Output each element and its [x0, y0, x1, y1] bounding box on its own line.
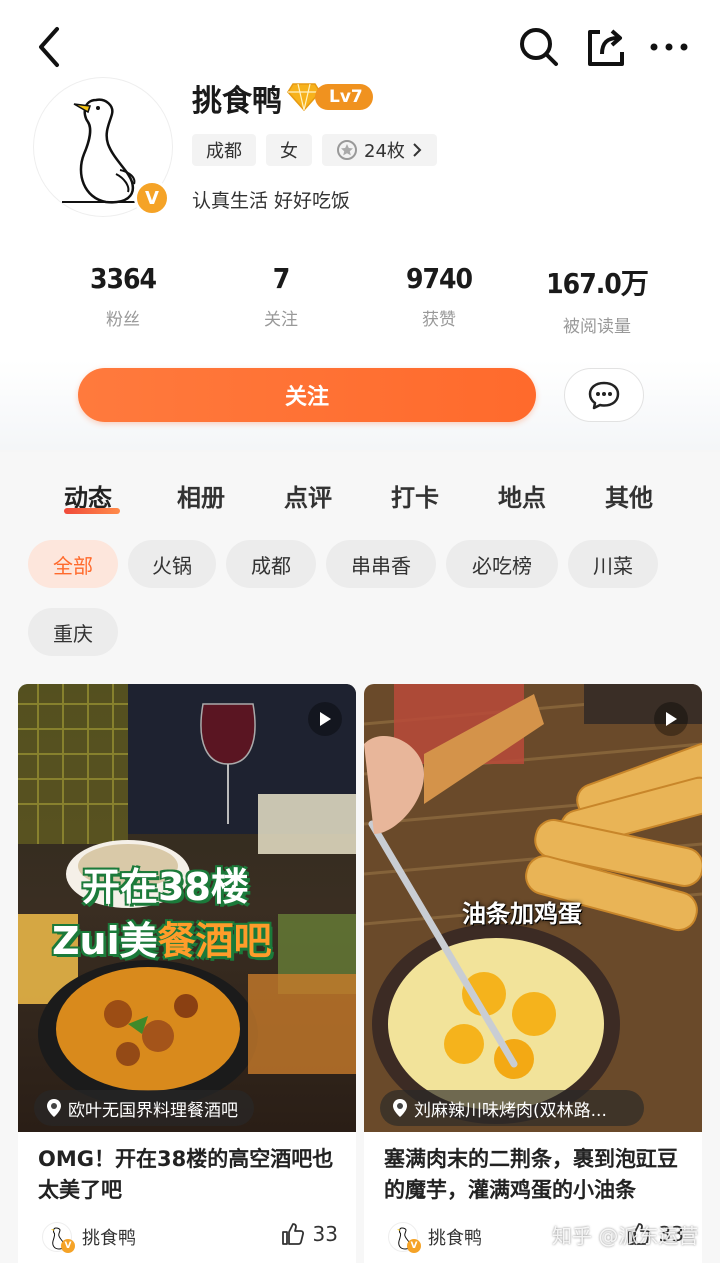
search-button[interactable]	[514, 22, 564, 72]
more-button[interactable]	[644, 22, 694, 72]
location-pill[interactable]: 欧叶无国界料理餐酒吧	[34, 1090, 254, 1126]
play-icon	[666, 712, 677, 726]
cover-overlay-line1: 油条加鸡蛋	[462, 900, 582, 928]
level-badge[interactable]: Lv7	[287, 82, 373, 112]
share-icon	[588, 29, 624, 66]
share-button[interactable]	[580, 22, 630, 72]
stat-likes[interactable]: 9740 获赞	[360, 262, 518, 337]
cover-overlay-line2: Zui美餐酒吧	[52, 910, 272, 965]
tab-album[interactable]: 相册	[177, 478, 225, 513]
post-cover-image[interactable]: 开在38楼 Zui美餐酒吧 欧叶无国界料理餐酒吧	[18, 684, 356, 1132]
stat-value: 3364	[89, 262, 157, 295]
cover-overlay-line2-part1: Zui美	[52, 919, 158, 963]
chevron-right-icon	[413, 143, 422, 157]
top-bar	[0, 0, 720, 90]
tag-city: 成都	[192, 134, 256, 166]
post-cover-image[interactable]: 油条加鸡蛋 刘麻辣川味烤肉(双林路...	[364, 684, 702, 1132]
stat-label: 关注	[264, 310, 298, 330]
stat-label: 获赞	[422, 310, 456, 330]
location-pill[interactable]: 刘麻辣川味烤肉(双林路...	[380, 1090, 644, 1126]
cover-overlay-line2-part2: 餐酒吧	[157, 919, 272, 963]
like-count: 33	[312, 1222, 338, 1246]
location-name: 刘麻辣川味烤肉(双林路...	[414, 1100, 607, 1121]
stat-value: 167.0万	[546, 267, 649, 300]
bio: 认真生活 好好吃饭	[192, 190, 351, 212]
author-avatar: V	[42, 1222, 75, 1253]
post-title[interactable]: 塞满肉末的二荆条，裹到泡豇豆的魔芋，灌满鸡蛋的小油条	[384, 1144, 690, 1206]
stat-label: 被阅读量	[563, 317, 631, 337]
medals-tag[interactable]: 24枚	[322, 134, 437, 166]
thumbs-up-icon	[281, 1223, 304, 1245]
stat-following[interactable]: 7 关注	[202, 262, 360, 337]
post-author[interactable]: V 挑食鸭	[388, 1222, 482, 1253]
author-name: 挑食鸭	[428, 1228, 482, 1249]
username: 挑食鸭	[192, 84, 282, 119]
verified-badge: V	[134, 180, 170, 216]
chat-bubble-icon	[588, 381, 620, 410]
stat-reads[interactable]: 167.0万被阅读量	[518, 262, 676, 337]
location-pin-icon	[47, 1099, 61, 1117]
post-card[interactable]: 油条加鸡蛋 刘麻辣川味烤肉(双林路... 塞满肉末的二荆条，裹到泡豇豆的魔芋，灌…	[364, 684, 702, 1263]
tab-places[interactable]: 地点	[498, 478, 546, 513]
profile-tags: 成都 女 24枚	[192, 134, 437, 166]
level-label: Lv7	[315, 84, 373, 110]
verified-mini-badge: V	[61, 1239, 75, 1253]
chip-chongqing[interactable]: 重庆	[28, 608, 118, 656]
search-icon	[520, 28, 558, 66]
post-author[interactable]: V 挑食鸭	[42, 1222, 136, 1253]
medal-icon	[337, 140, 357, 160]
tab-reviews[interactable]: 点评	[284, 478, 332, 513]
chip-chuanchuan[interactable]: 串串香	[326, 540, 436, 588]
follow-button[interactable]: 关注	[78, 368, 536, 422]
like-button[interactable]: 33	[281, 1222, 338, 1246]
chip-sichuan[interactable]: 川菜	[568, 540, 658, 588]
back-button[interactable]	[24, 22, 74, 72]
stats-row: 3364 粉丝 7 关注 9740 获赞 167.0万被阅读量	[44, 262, 676, 337]
cover-overlay-line1: 开在38楼	[82, 865, 249, 909]
post-title[interactable]: OMG！开在38楼的高空酒吧也太美了吧	[38, 1144, 344, 1206]
location-pin-icon	[393, 1099, 407, 1117]
video-play-badge	[654, 702, 688, 736]
medals-count: 24枚	[364, 141, 405, 162]
stat-followers[interactable]: 3364 粉丝	[44, 262, 202, 337]
chip-chengdu[interactable]: 成都	[226, 540, 316, 588]
chip-must-eat[interactable]: 必吃榜	[446, 540, 558, 588]
author-name: 挑食鸭	[82, 1228, 136, 1249]
more-dots-icon	[650, 43, 688, 51]
verified-mini-badge: V	[407, 1239, 421, 1253]
author-avatar: V	[388, 1222, 421, 1253]
video-play-badge	[308, 702, 342, 736]
back-arrow-icon	[39, 27, 59, 67]
chip-all[interactable]: 全部	[28, 540, 118, 588]
stat-value: 7	[272, 262, 291, 295]
stat-value: 9740	[405, 262, 473, 295]
location-name: 欧叶无国界料理餐酒吧	[68, 1100, 238, 1121]
stat-label: 粉丝	[106, 310, 140, 330]
chip-hotpot[interactable]: 火锅	[128, 540, 216, 588]
tab-checkin[interactable]: 打卡	[391, 478, 439, 513]
tag-gender: 女	[266, 134, 312, 166]
active-tab-indicator	[64, 508, 120, 514]
tab-other[interactable]: 其他	[605, 478, 653, 513]
post-card[interactable]: 开在38楼 Zui美餐酒吧 欧叶无国界料理餐酒吧 OMG！开在38楼的高空酒吧也…	[18, 684, 356, 1263]
message-button[interactable]	[564, 368, 644, 422]
watermark: 知乎 @派东运营	[552, 1224, 699, 1248]
play-icon	[320, 712, 331, 726]
